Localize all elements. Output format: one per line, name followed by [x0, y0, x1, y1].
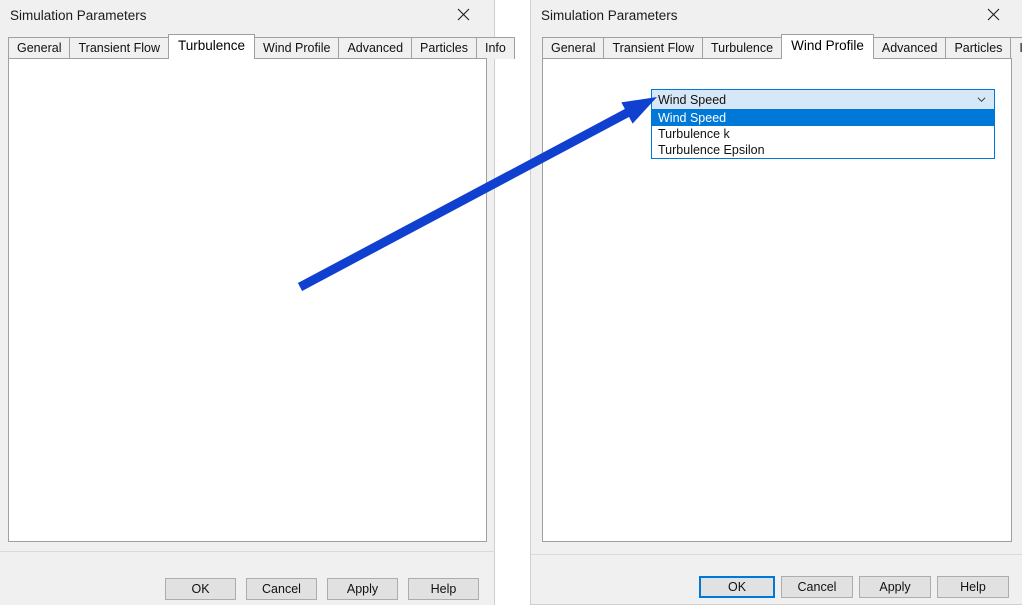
tab-info[interactable]: Info	[1010, 37, 1022, 59]
tab-turbulence[interactable]: Turbulence	[168, 34, 255, 59]
chevron-down-icon	[977, 95, 986, 104]
right-tabstrip: General Transient Flow Turbulence Wind P…	[542, 37, 1022, 59]
close-icon[interactable]	[441, 0, 486, 29]
left-simulation-parameters-dialog: Simulation Parameters General Transient …	[0, 0, 495, 605]
right-dialog-title: Simulation Parameters	[541, 8, 678, 23]
tab-advanced[interactable]: Advanced	[338, 37, 412, 59]
profile-type-selected-value: Wind Speed	[658, 93, 726, 107]
profile-type-dropdown: Wind Speed Wind Speed Turbulence k Turbu…	[651, 89, 995, 159]
dropdown-option-turbulence-epsilon[interactable]: Turbulence Epsilon	[652, 142, 994, 158]
tab-wind-profile[interactable]: Wind Profile	[781, 34, 874, 59]
left-tabstrip: General Transient Flow Turbulence Wind P…	[8, 37, 514, 59]
tab-turbulence[interactable]: Turbulence	[702, 37, 782, 59]
right-apply-button[interactable]: Apply	[859, 576, 931, 598]
left-cancel-button[interactable]: Cancel	[246, 578, 317, 600]
screen-root: Simulation Parameters General Transient …	[0, 0, 1022, 605]
right-help-button[interactable]: Help	[937, 576, 1009, 598]
close-icon[interactable]	[971, 0, 1016, 29]
tab-transient-flow[interactable]: Transient Flow	[69, 37, 169, 59]
left-footer-divider	[0, 551, 495, 552]
tab-advanced[interactable]: Advanced	[873, 37, 947, 59]
profile-type-option-list: Wind Speed Turbulence k Turbulence Epsil…	[651, 110, 995, 159]
left-ok-button[interactable]: OK	[165, 578, 236, 600]
left-dialog-title: Simulation Parameters	[10, 8, 147, 23]
dropdown-option-wind-speed[interactable]: Wind Speed	[652, 110, 994, 126]
tab-info[interactable]: Info	[476, 37, 515, 59]
close-icon-glyph	[987, 8, 1000, 21]
right-ok-button[interactable]: OK	[699, 576, 775, 598]
left-help-button[interactable]: Help	[408, 578, 479, 600]
tab-general[interactable]: General	[542, 37, 604, 59]
tab-particles[interactable]: Particles	[945, 37, 1011, 59]
dropdown-option-turbulence-k[interactable]: Turbulence k	[652, 126, 994, 142]
right-footer-divider	[531, 554, 1022, 555]
close-icon-glyph	[457, 8, 470, 21]
tab-general[interactable]: General	[8, 37, 70, 59]
left-tab-page	[8, 58, 487, 542]
right-cancel-button[interactable]: Cancel	[781, 576, 853, 598]
tab-wind-profile[interactable]: Wind Profile	[254, 37, 339, 59]
profile-type-combo[interactable]: Wind Speed	[651, 89, 995, 110]
tab-particles[interactable]: Particles	[411, 37, 477, 59]
left-apply-button[interactable]: Apply	[327, 578, 398, 600]
tab-transient-flow[interactable]: Transient Flow	[603, 37, 703, 59]
